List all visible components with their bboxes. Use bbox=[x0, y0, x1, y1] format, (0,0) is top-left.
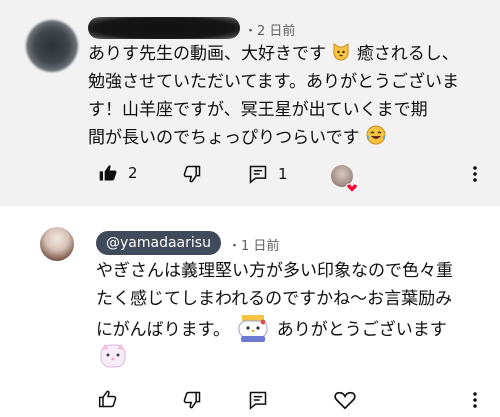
more-actions-button[interactable] bbox=[468, 390, 482, 410]
heart-outline-icon bbox=[334, 389, 356, 411]
reply-line-4: ありがとうございます bbox=[276, 320, 447, 340]
thumb-down-icon bbox=[182, 164, 202, 184]
more-vert-icon bbox=[468, 164, 482, 184]
more-actions-button[interactable] bbox=[468, 164, 482, 184]
comment-2-reply: @yamadaarisu ・1 日前 やぎさんは義理堅い方が多い印象なので色々重… bbox=[0, 206, 500, 417]
author-avatar-redacted[interactable] bbox=[26, 20, 78, 72]
comment-line-1: ありす先生の動画、大好きです bbox=[88, 44, 326, 64]
reply-line-1: やぎさんは義理堅い方が多い印象なので色々重 bbox=[96, 261, 453, 281]
comment-line-4: 間が長いのでちょっぴりつらいです bbox=[88, 128, 360, 148]
comment-1-actions: 2 1 bbox=[0, 160, 500, 190]
creator-avatar[interactable] bbox=[40, 227, 74, 261]
comment-text: ありす先生の動画、大好きです 癒されるし、 勉強させていただいてます。ありがとう… bbox=[88, 40, 459, 152]
thumb-down-icon bbox=[182, 390, 202, 410]
heart-icon bbox=[346, 179, 358, 198]
thumb-up-icon bbox=[98, 163, 118, 183]
reply-line-2: たく感じてしまわれるのですかね〜お言葉励み bbox=[96, 289, 453, 309]
comment-line-3: す！山羊座ですが、冥王星が出ていくまで期 bbox=[88, 100, 428, 120]
like-button[interactable]: 2 bbox=[98, 163, 138, 183]
dislike-button[interactable] bbox=[182, 164, 202, 184]
heart-button[interactable] bbox=[334, 389, 356, 411]
sticker-icon bbox=[235, 313, 271, 343]
reply-count: 1 bbox=[278, 165, 288, 183]
comment-line-1b: 癒されるし、 bbox=[356, 44, 459, 64]
reply-timestamp: ・1 日前 bbox=[228, 239, 280, 254]
reply-line-3: にがんばります。 bbox=[96, 320, 230, 340]
reply-icon bbox=[248, 390, 268, 410]
author-name-redacted[interactable] bbox=[88, 17, 240, 39]
like-button[interactable] bbox=[98, 389, 118, 409]
comment-2-actions bbox=[0, 386, 500, 416]
comment-line-2: 勉強させていただいてます。ありがとうございま bbox=[88, 72, 459, 92]
dislike-button[interactable] bbox=[182, 390, 202, 410]
comment-timestamp: ・2 日前 bbox=[244, 24, 296, 39]
cat-emoji-icon bbox=[331, 42, 351, 71]
reply-button[interactable] bbox=[248, 390, 268, 410]
sticker-icon bbox=[96, 341, 130, 371]
creator-name-badge[interactable]: @yamadaarisu bbox=[96, 231, 221, 255]
more-vert-icon bbox=[468, 390, 482, 410]
reply-icon bbox=[248, 164, 268, 184]
comment-1: ・2 日前 ありす先生の動画、大好きです 癒されるし、 勉強させていただいてます… bbox=[0, 0, 500, 206]
reply-button[interactable]: 1 bbox=[248, 164, 288, 184]
laughing-tears-emoji-icon bbox=[365, 124, 387, 155]
reply-text: やぎさんは義理堅い方が多い印象なので色々重 たく感じてしまわれるのですかね〜お言… bbox=[96, 257, 453, 369]
like-count: 2 bbox=[128, 164, 138, 182]
thumb-up-icon bbox=[98, 389, 118, 409]
